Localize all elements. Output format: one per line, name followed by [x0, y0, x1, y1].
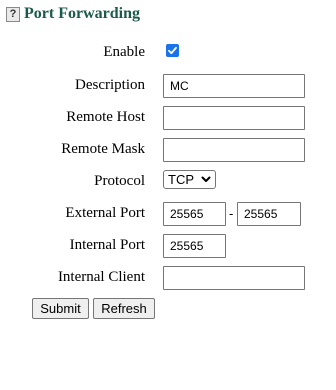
- refresh-button[interactable]: Refresh: [93, 298, 155, 319]
- enable-label: Enable: [103, 44, 145, 60]
- remote-mask-label: Remote Mask: [61, 141, 145, 157]
- remote-mask-input[interactable]: [163, 138, 305, 162]
- port-range-separator: -: [229, 206, 234, 221]
- description-label: Description: [75, 77, 145, 93]
- remote-host-label: Remote Host: [66, 109, 145, 125]
- protocol-select[interactable]: TCP: [163, 170, 216, 189]
- protocol-label: Protocol: [94, 173, 145, 189]
- chevron-down-icon: [201, 176, 211, 182]
- internal-port-input[interactable]: [163, 234, 226, 258]
- remote-host-input[interactable]: [163, 106, 305, 130]
- page-header: ? Port Forwarding: [6, 4, 140, 24]
- external-port-label: External Port: [65, 205, 145, 221]
- external-port-start-input[interactable]: [163, 202, 226, 226]
- internal-client-input[interactable]: [163, 266, 305, 290]
- internal-port-label: Internal Port: [69, 237, 145, 253]
- description-input[interactable]: [163, 74, 305, 98]
- external-port-end-input[interactable]: [237, 202, 301, 226]
- protocol-selected-value: TCP: [168, 172, 194, 187]
- page-title: Port Forwarding: [24, 5, 140, 22]
- help-icon[interactable]: ?: [6, 6, 20, 22]
- checkmark-icon: [168, 46, 177, 55]
- submit-button[interactable]: Submit: [32, 298, 89, 319]
- enable-checkbox[interactable]: [166, 44, 179, 57]
- internal-client-label: Internal Client: [57, 269, 145, 285]
